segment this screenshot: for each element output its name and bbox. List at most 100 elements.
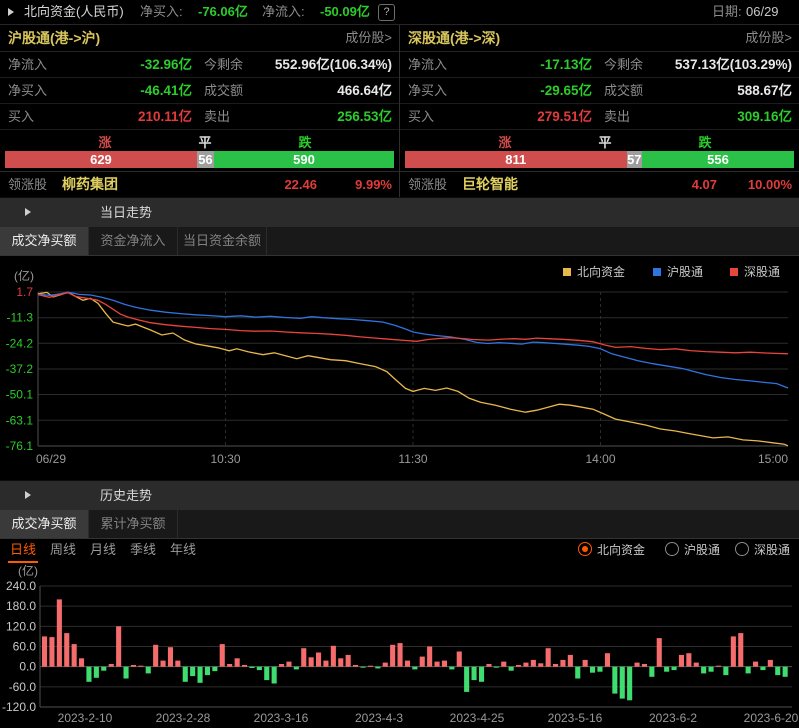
history-bar (42, 636, 47, 666)
constituents-link[interactable]: 成份股> (745, 25, 792, 51)
section-header-intraday[interactable]: 当日走势 (0, 197, 799, 227)
help-icon[interactable]: ? (378, 4, 395, 21)
radio-hugutong[interactable]: 沪股通 (665, 540, 720, 560)
leader-name[interactable]: 巨轮智能 (462, 172, 518, 197)
radio-label: 沪股通 (684, 543, 720, 557)
history-bar (442, 661, 447, 667)
axis-label: 2023-5-16 (548, 711, 603, 725)
history-bar (583, 660, 588, 667)
axis-label: 15:00 (758, 452, 788, 466)
history-bar (738, 633, 743, 667)
tab-net-buy-amount[interactable]: 成交净买额 (0, 227, 89, 255)
history-bar (301, 648, 306, 667)
legend-item-shengutong: 深股通 (730, 264, 780, 280)
down-count: 590 (214, 151, 394, 168)
panel-header: 深股通(港->深) 成份股> (400, 25, 799, 52)
axis-label: 2023-6-20 (744, 711, 799, 725)
history-bar (79, 658, 84, 666)
section-header-history[interactable]: 历史走势 (0, 480, 799, 510)
history-bar (531, 660, 536, 667)
history-bar (361, 667, 366, 668)
period-quarterly[interactable]: 季线 (128, 539, 158, 561)
history-plot[interactable]: 240.0180.0120.060.00.0-60.0-120.0(亿)2023… (0, 563, 799, 728)
axis-label: -11.3 (7, 311, 34, 325)
leader-row[interactable]: 领涨股 巨轮智能 4.07 10.00% (400, 171, 799, 197)
panel-row: 买入 210.11亿 卖出 256.53亿 (0, 104, 399, 130)
history-bar (190, 667, 195, 676)
period-yearly[interactable]: 年线 (168, 539, 198, 561)
field-label: 净流入 (408, 52, 447, 77)
axis-label: -76.1 (6, 439, 34, 453)
field-value: 309.16亿 (737, 104, 792, 129)
history-bar (694, 663, 699, 667)
field-label: 净买入 (8, 78, 47, 103)
axis-label: 2023-6-2 (649, 711, 697, 725)
history-bar (486, 664, 491, 667)
history-bar (538, 663, 543, 666)
history-bar (716, 666, 721, 667)
collapse-caret-icon[interactable] (8, 8, 14, 16)
leader-row[interactable]: 领涨股 柳药集团 22.46 9.99% (0, 171, 399, 197)
history-bar (72, 644, 77, 667)
history-bar (420, 657, 425, 667)
history-bar (227, 664, 232, 667)
date-label: 日期: (712, 0, 742, 24)
leader-label: 领涨股 (408, 172, 447, 197)
radio-northbound[interactable]: 北向资金 (578, 540, 645, 560)
period-daily[interactable]: 日线 (8, 539, 38, 563)
connect-panels: 沪股通(港->沪) 成份股> 净流入 -32.96亿 今剩余 552.96亿(1… (0, 25, 799, 197)
history-bar (435, 662, 440, 667)
intraday-tab-bar: 成交净买额 资金净流入 当日资金余额 (0, 227, 799, 256)
history-bar (657, 638, 662, 667)
tab-net-inflow[interactable]: 资金净流入 (89, 227, 178, 255)
field-value: 537.13亿(103.29%) (675, 52, 792, 77)
field-value: 210.11亿 (60, 104, 192, 129)
axis-label: 2023-4-3 (355, 711, 403, 725)
field-value: -32.96亿 (60, 52, 192, 77)
history-bar (709, 667, 714, 672)
axis-label: 60.0 (13, 640, 37, 654)
hugutong-swatch-icon (653, 268, 661, 276)
radio-shengutong[interactable]: 深股通 (735, 540, 790, 560)
history-bar (175, 661, 180, 667)
history-bar (294, 667, 299, 670)
intraday-chart[interactable]: 1.7-11.3-24.2-37.2-50.1-63.1-76.106/2910… (0, 256, 799, 480)
net-buy-label: 净买入: (140, 0, 183, 24)
field-value: 279.51亿 (460, 104, 592, 129)
constituents-link[interactable]: 成份股> (345, 25, 392, 51)
radio-icon (735, 542, 749, 556)
axis-label: 1.7 (16, 285, 33, 299)
history-bar (368, 666, 373, 667)
history-bar (94, 667, 99, 678)
field-label: 净买入 (408, 78, 447, 103)
history-bar (597, 667, 602, 672)
radio-icon (578, 542, 592, 556)
history-chart[interactable]: 240.0180.0120.060.00.0-60.0-120.0(亿)2023… (0, 563, 799, 728)
intraday-plot[interactable]: 1.7-11.3-24.2-37.2-50.1-63.1-76.106/2910… (0, 256, 799, 480)
period-weekly[interactable]: 周线 (48, 539, 78, 561)
history-bar (575, 667, 580, 679)
net-inflow-value: -50.09亿 (320, 0, 370, 24)
axis-label: 2023-2-28 (156, 711, 211, 725)
history-bar (86, 667, 91, 682)
field-value: 588.67亿 (737, 78, 792, 103)
leader-name[interactable]: 柳药集团 (62, 172, 118, 197)
history-bar (686, 653, 691, 666)
panel-header: 沪股通(港->沪) 成份股> (0, 25, 399, 52)
history-bar (375, 667, 380, 669)
history-tab-bar: 成交净买额 累计净买额 (0, 510, 799, 539)
history-bar (546, 648, 551, 667)
history-bar (642, 664, 647, 667)
history-bar (775, 667, 780, 675)
field-label: 成交额 (204, 78, 243, 103)
history-bar (783, 667, 788, 677)
tab-history-net-buy[interactable]: 成交净买额 (0, 510, 89, 538)
tab-quota-balance[interactable]: 当日资金余额 (178, 227, 267, 255)
period-monthly[interactable]: 月线 (88, 539, 118, 561)
tab-history-cumulative[interactable]: 累计净买额 (89, 510, 178, 538)
history-bar (760, 667, 765, 670)
history-bar (124, 667, 129, 679)
history-bar (479, 667, 484, 682)
axis-label: -63.1 (6, 413, 34, 427)
field-label: 买入 (8, 104, 34, 129)
